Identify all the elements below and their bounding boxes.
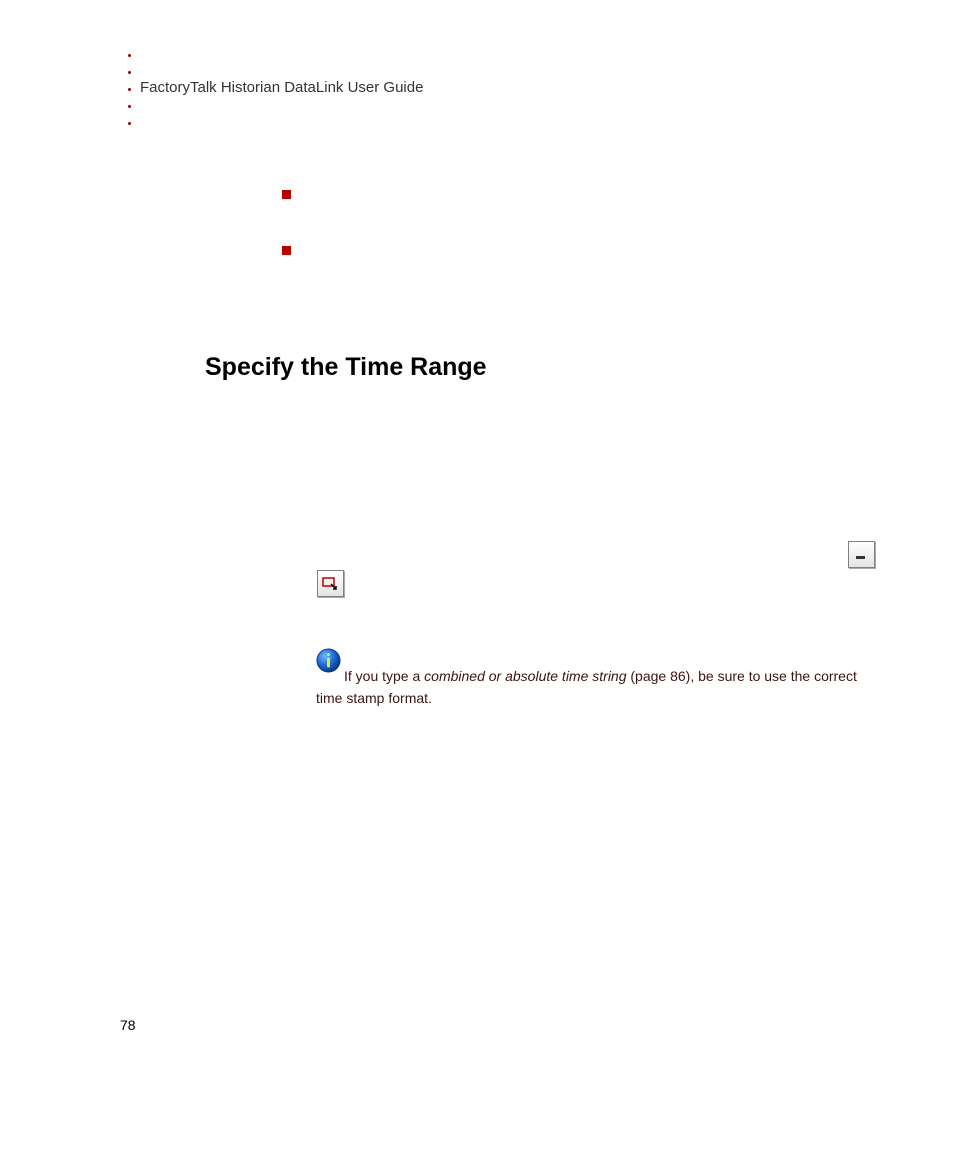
note-text: If you type a combined or absolute time … [316, 665, 871, 710]
running-header: FactoryTalk Historian DataLink User Guid… [140, 79, 423, 96]
list-bullets [282, 190, 291, 302]
note-lead: If you type a [344, 668, 424, 684]
dropdown-icon[interactable] [848, 541, 875, 568]
page-number: 78 [120, 1017, 136, 1033]
section-heading: Specify the Time Range [205, 353, 487, 382]
cell-select-icon[interactable] [317, 570, 344, 597]
square-bullet-icon [282, 190, 291, 199]
square-bullet-icon [282, 246, 291, 255]
note-page-ref: (page 86) [627, 668, 691, 684]
margin-dots [128, 54, 131, 139]
note-link[interactable]: combined or absolute time string [424, 668, 626, 684]
